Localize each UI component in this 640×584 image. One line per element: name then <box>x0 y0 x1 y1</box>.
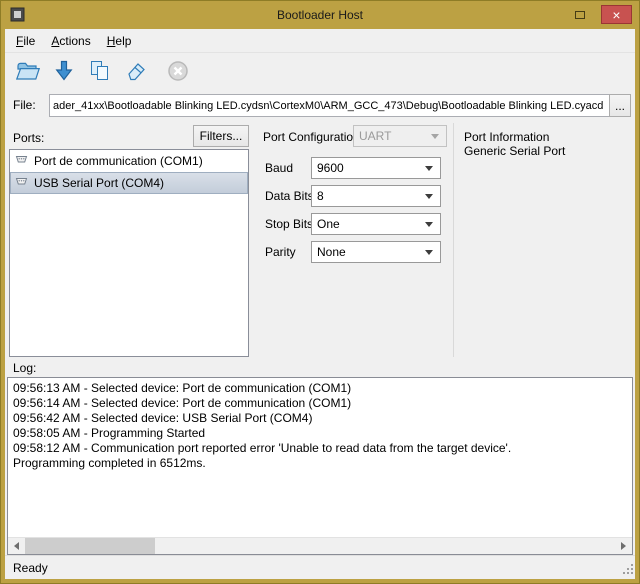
resize-grip-icon[interactable] <box>621 562 634 578</box>
parity-select[interactable]: None <box>311 241 441 263</box>
abort-icon <box>166 59 190 86</box>
chevron-down-icon <box>425 166 433 171</box>
eraser-icon <box>123 59 149 86</box>
file-path-input[interactable] <box>49 94 611 117</box>
log-label: Log: <box>13 361 36 375</box>
port-information-text: Generic Serial Port <box>464 144 565 158</box>
parity-label: Parity <box>265 245 296 259</box>
port-list-item-label: Port de communication (COM1) <box>34 154 203 168</box>
chevron-down-icon <box>425 250 433 255</box>
protocol-value: UART <box>359 129 391 143</box>
port-information-title: Port Information <box>464 130 549 144</box>
open-file-button[interactable] <box>13 57 43 87</box>
file-label: File: <box>13 98 36 112</box>
parity-value: None <box>317 245 346 259</box>
protocol-select: UART <box>353 125 447 147</box>
data-bits-value: 8 <box>317 189 324 203</box>
chevron-down-icon <box>425 222 433 227</box>
file-row: File: ... <box>5 93 635 121</box>
close-icon: × <box>612 8 620 22</box>
log-lines: 09:56:13 AM - Selected device: Port de c… <box>13 381 628 536</box>
scroll-right-button[interactable] <box>615 538 632 554</box>
baud-value: 9600 <box>317 161 344 175</box>
horizontal-scrollbar[interactable] <box>8 537 632 554</box>
port-information-panel: Port Information Generic Serial Port <box>453 123 635 357</box>
ports-section: Ports: Filters... Port de communication … <box>5 123 635 357</box>
browse-button[interactable]: ... <box>609 94 631 117</box>
scroll-left-button[interactable] <box>8 538 25 554</box>
status-text: Ready <box>13 561 48 575</box>
program-arrow-icon <box>52 59 76 86</box>
triangle-left-icon <box>14 542 19 550</box>
port-configuration-title: Port Configuration <box>263 130 360 144</box>
stop-bits-value: One <box>317 217 340 231</box>
data-bits-select[interactable]: 8 <box>311 185 441 207</box>
ports-list[interactable]: Port de communication (COM1) USB Serial … <box>9 149 249 357</box>
abort-button <box>163 57 193 87</box>
serial-port-icon <box>15 176 28 190</box>
serial-port-icon <box>15 154 28 168</box>
log-line: 09:56:14 AM - Selected device: Port de c… <box>13 396 628 411</box>
log-line: Programming completed in 6512ms. <box>13 456 628 471</box>
port-list-item[interactable]: Port de communication (COM1) <box>10 150 248 172</box>
port-list-item-label: USB Serial Port (COM4) <box>34 176 164 190</box>
log-line: 09:58:05 AM - Programming Started <box>13 426 628 441</box>
triangle-right-icon <box>621 542 626 550</box>
chevron-down-icon <box>425 194 433 199</box>
log-line: 09:56:42 AM - Selected device: USB Seria… <box>13 411 628 426</box>
status-bar: Ready <box>5 555 635 579</box>
stop-bits-select[interactable]: One <box>311 213 441 235</box>
baud-label: Baud <box>265 161 293 175</box>
open-folder-icon <box>15 59 41 86</box>
program-button[interactable] <box>49 57 79 87</box>
menu-bar: File Actions Help <box>5 29 635 53</box>
minimize-icon <box>575 11 585 19</box>
close-button[interactable]: × <box>601 5 632 24</box>
app-window: Bootloader Host × File Actions Help <box>0 0 640 584</box>
log-line: 09:58:12 AM - Communication port reporte… <box>13 441 628 456</box>
title-bar: Bootloader Host × <box>1 1 639 29</box>
scrollbar-thumb[interactable] <box>25 538 155 554</box>
data-bits-label: Data Bits <box>265 189 314 203</box>
chevron-down-icon <box>431 134 439 139</box>
client-area: File Actions Help <box>5 29 635 579</box>
log-output[interactable]: 09:56:13 AM - Selected device: Port de c… <box>7 377 633 555</box>
documents-icon <box>88 59 112 86</box>
filters-button[interactable]: Filters... <box>193 125 249 147</box>
port-list-item[interactable]: USB Serial Port (COM4) <box>10 172 248 194</box>
log-line: 09:56:13 AM - Selected device: Port de c… <box>13 381 628 396</box>
toolbar <box>5 53 635 91</box>
menu-actions[interactable]: Actions <box>43 30 98 52</box>
window-title: Bootloader Host <box>1 8 639 22</box>
erase-button[interactable] <box>121 57 151 87</box>
menu-file[interactable]: File <box>8 30 43 52</box>
baud-select[interactable]: 9600 <box>311 157 441 179</box>
verify-button[interactable] <box>85 57 115 87</box>
menu-help[interactable]: Help <box>99 30 140 52</box>
stop-bits-label: Stop Bits <box>265 217 313 231</box>
port-configuration-panel: Port Configuration UART Baud 9600 Data B… <box>257 123 453 357</box>
ports-label: Ports: <box>13 131 44 145</box>
minimize-button[interactable] <box>566 5 594 24</box>
